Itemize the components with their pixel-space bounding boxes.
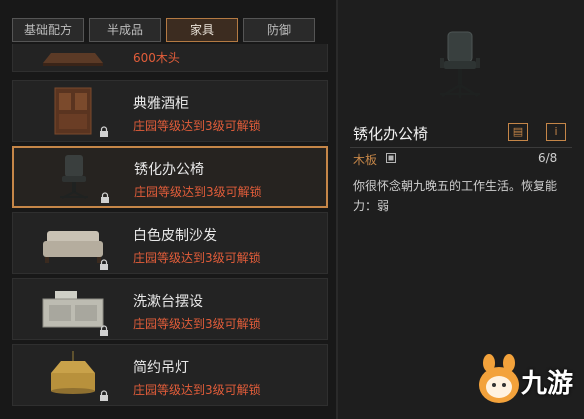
item-requirement: 庄园等级达到3级可解锁 [134, 185, 262, 199]
detail-title: 锈化办公椅 [353, 125, 429, 143]
tab-furniture[interactable]: 家具 [166, 18, 238, 42]
table-thumbnail-icon [43, 53, 103, 66]
item-requirement: 庄园等级达到3级可解锁 [133, 251, 261, 265]
item-name: 典雅酒柜 [133, 96, 189, 112]
item-requirement: 庄园等级达到3级可解锁 [133, 119, 261, 133]
material-count: 6/8 [538, 151, 558, 165]
list-item[interactable]: 洗漱台摆设 庄园等级达到3级可解锁 [12, 278, 328, 340]
list-item[interactable]: 简约吊灯 庄园等级达到3级可解锁 [12, 344, 328, 406]
item-requirement: 庄园等级达到3级可解锁 [133, 317, 261, 331]
office-chair-preview-icon [440, 31, 480, 98]
list-item[interactable]: 白色皮制沙发 庄园等级达到3级可解锁 [12, 212, 328, 274]
lock-icon [100, 390, 108, 401]
item-description: 你很怀念朝九晚五的工作生活。恢复能力：弱 [353, 179, 558, 213]
list-item[interactable]: 600木头 [12, 44, 328, 72]
tab-semi-finished[interactable]: 半成品 [89, 18, 161, 42]
item-name: 简约吊灯 [133, 360, 189, 376]
watermark-text: 九游 [521, 369, 574, 399]
item-requirement: 庄园等级达到3级可解锁 [133, 383, 261, 397]
item-cost: 600木头 [133, 51, 180, 65]
item-name: 锈化办公椅 [134, 162, 204, 178]
jiuyou-watermark: 九游 [475, 353, 584, 413]
list-item[interactable]: 锈化办公椅 庄园等级达到3级可解锁 [12, 146, 328, 208]
tab-defense[interactable]: 防御 [243, 18, 315, 42]
info-icon[interactable]: i [546, 123, 566, 141]
item-name: 洗漱台摆设 [133, 294, 203, 310]
list-item[interactable]: 典雅酒柜 庄园等级达到3级可解锁 [12, 80, 328, 142]
material-type-icon [386, 153, 396, 163]
lock-icon [101, 192, 109, 203]
recipe-list: 600木头 典雅酒柜 庄园等级达到3级可解锁 锈化办公椅 庄园等级达到3级可解锁 [12, 44, 330, 416]
category-tabs: 基础配方 半成品 家具 防御 [12, 18, 315, 42]
detail-divider [350, 147, 572, 148]
lock-icon [100, 325, 108, 336]
item-name: 白色皮制沙发 [133, 228, 217, 244]
lock-icon [100, 126, 108, 137]
jiuyou-logo-icon [479, 354, 519, 403]
blueprint-icon[interactable]: ▤ [508, 123, 528, 141]
material-name: 木板 [353, 153, 378, 167]
tab-basic-recipes[interactable]: 基础配方 [12, 18, 84, 42]
lock-icon [100, 259, 108, 270]
